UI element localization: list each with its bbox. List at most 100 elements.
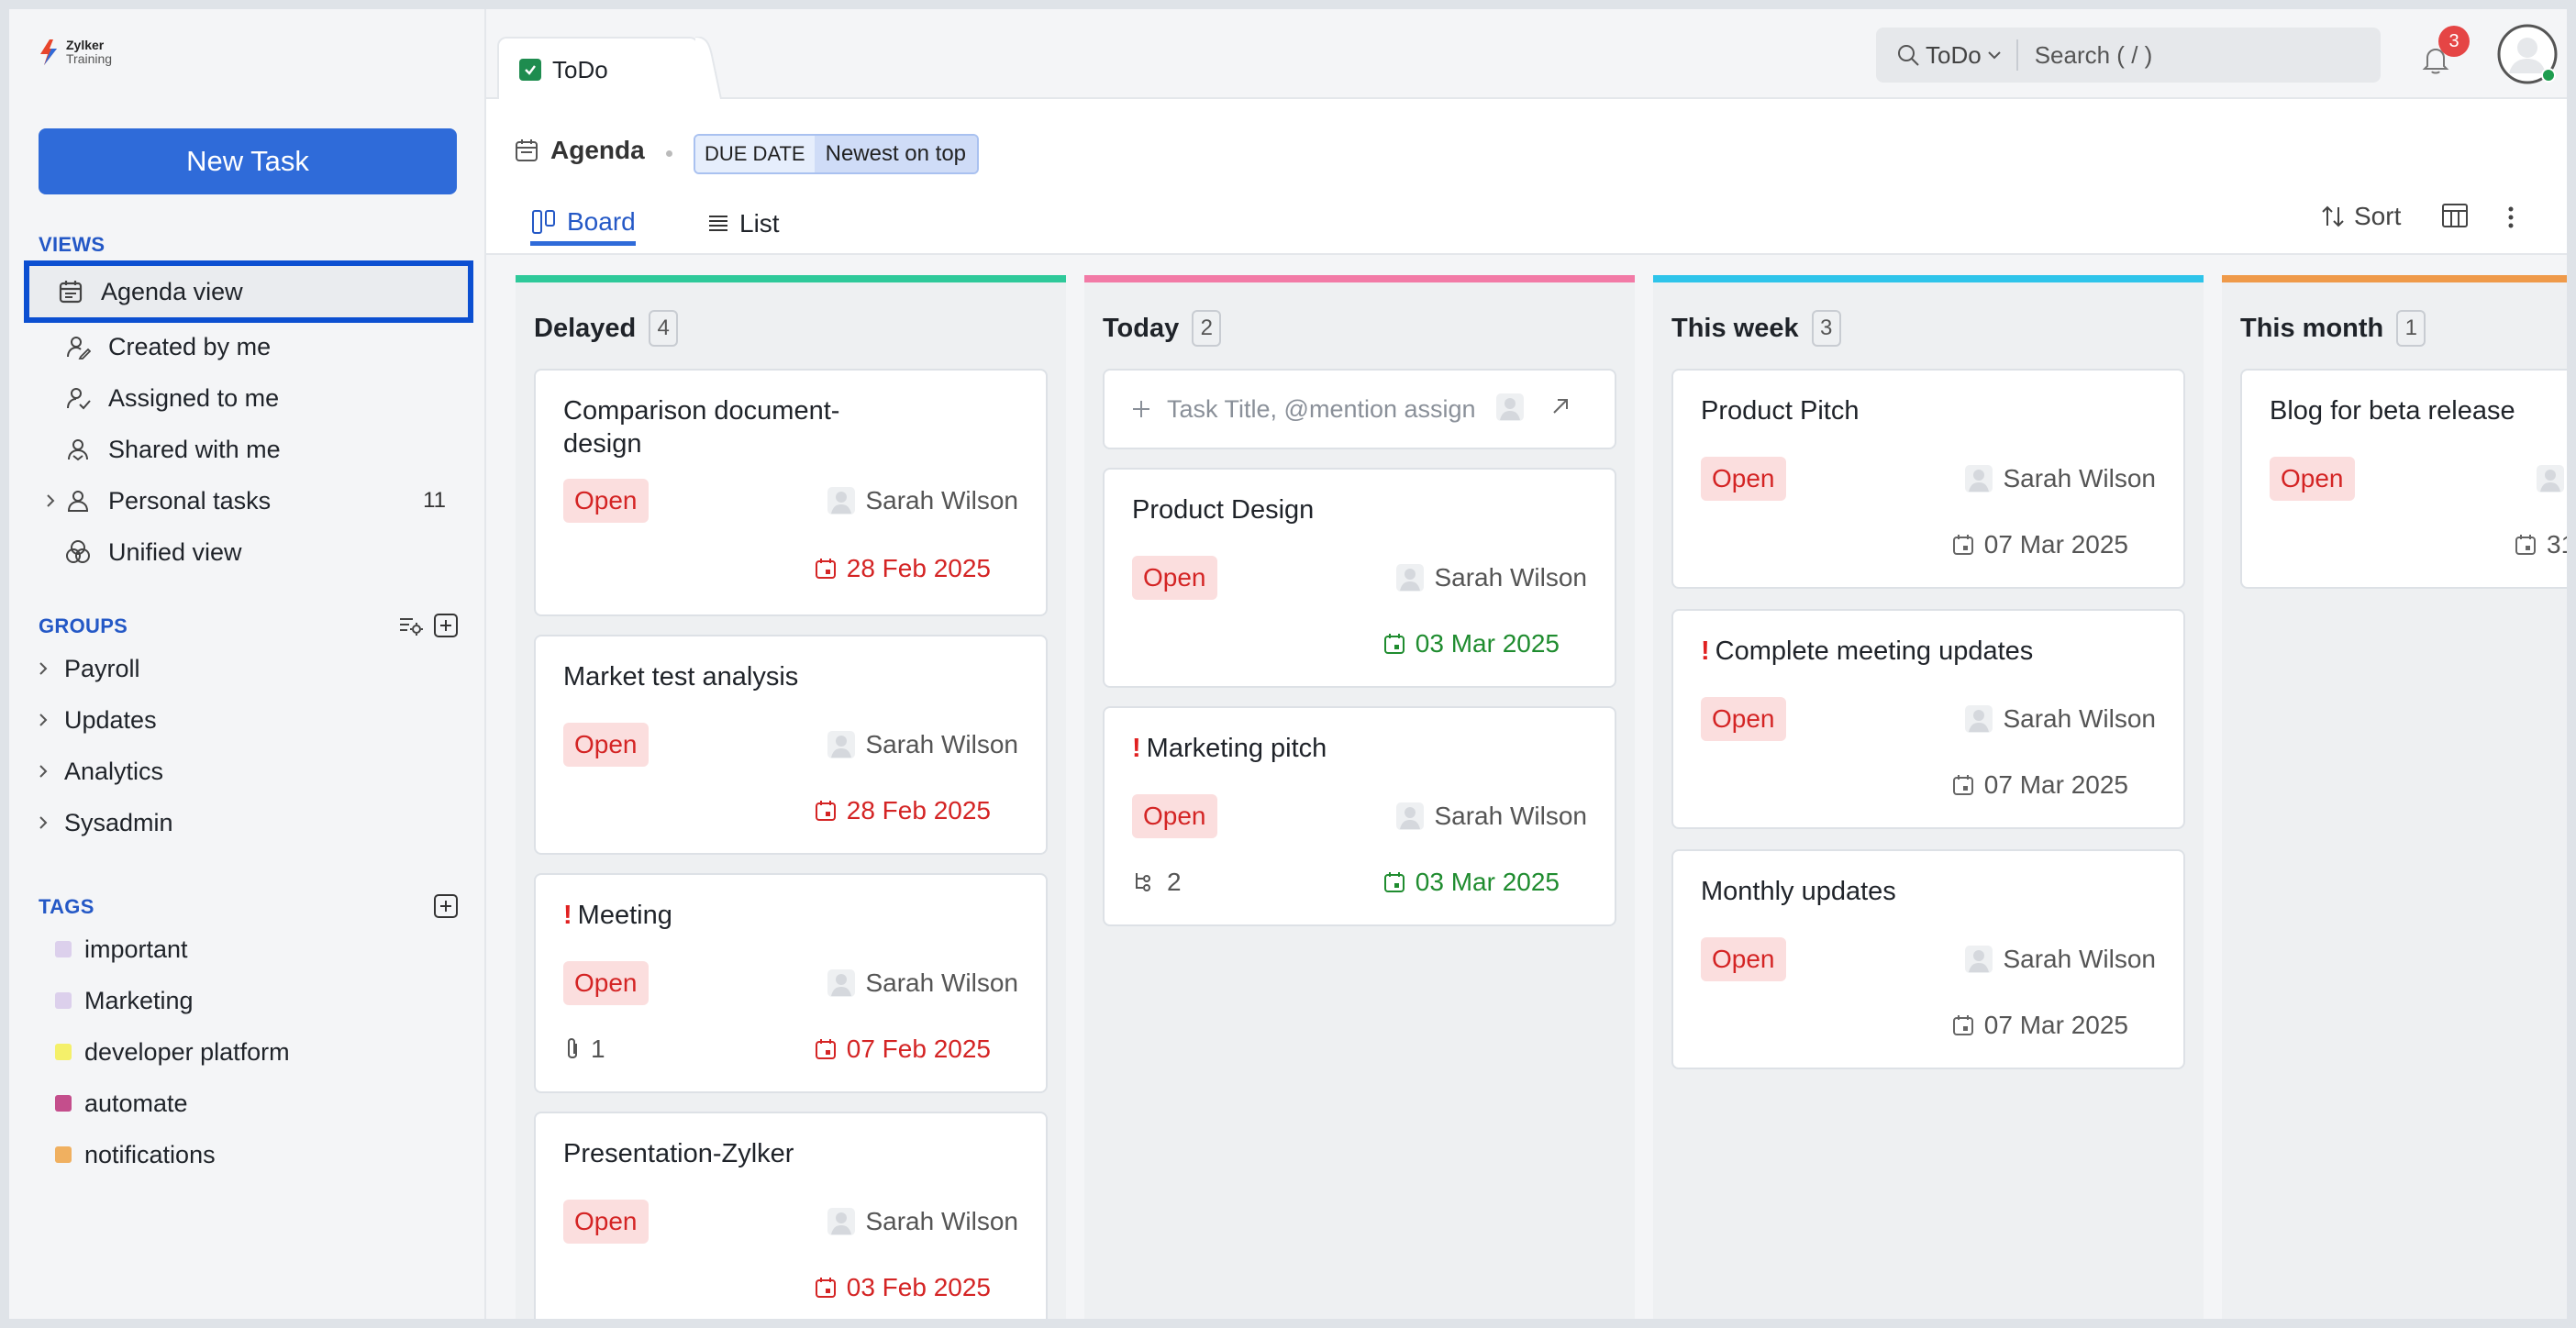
task-card[interactable]: Presentation-Zylker Open Sarah Wilson 03… [534,1112,1048,1319]
attachments-count[interactable]: 1 [563,1035,605,1064]
task-title[interactable]: Blog for beta release [2270,394,2567,427]
tag-label: important [84,935,188,963]
assignee[interactable] [2536,464,2565,493]
sidebar-item-unified-view[interactable]: Unified view [46,528,468,576]
status-badge[interactable]: Open [1701,937,1786,981]
assignee-picker-icon[interactable] [1495,393,1525,422]
task-card[interactable]: Monthly updates Open Sarah Wilson 07 Mar… [1671,849,2185,1069]
task-title[interactable]: Product Design [1132,493,1462,526]
assignee-name: Sarah Wilson [865,486,1018,515]
status-badge[interactable]: Open [563,1200,649,1244]
chevron-right-icon[interactable] [37,712,57,728]
due-date-filter-chip[interactable]: DUE DATE Newest on top [694,134,980,174]
group-item-updates[interactable]: Updates [37,699,157,741]
add-tag-icon[interactable] [433,893,459,919]
task-card[interactable]: Product Design Open Sarah Wilson 03 Mar … [1103,468,1616,688]
task-title[interactable]: Monthly updates [1701,875,2031,908]
column-title: Delayed [534,313,637,343]
tag-item-notifications[interactable]: notifications [55,1134,216,1176]
tag-item-marketing[interactable]: Marketing [55,979,194,1022]
tag-item-automate[interactable]: automate [55,1082,188,1124]
status-badge[interactable]: Open [563,723,649,767]
status-badge[interactable]: Open [1132,794,1217,838]
tab-todo[interactable]: ToDo [497,37,699,101]
calendar-due-icon [815,801,836,821]
tag-item-developer-platform[interactable]: developer platform [55,1031,290,1073]
sidebar-item-assigned-to-me[interactable]: Assigned to me [46,374,468,422]
chevron-right-icon[interactable] [44,492,57,509]
user-icon [62,485,94,516]
status-badge[interactable]: Open [563,479,649,523]
task-card[interactable]: Market test analysis Open Sarah Wilson 2… [534,635,1048,855]
status-badge[interactable]: Open [563,961,649,1005]
assignee[interactable]: Sarah Wilson [1395,802,1587,831]
search-input[interactable]: Search ( / ) [2035,41,2153,70]
task-card[interactable]: Blog for beta release Open 31 [2240,369,2567,589]
add-group-icon[interactable] [433,613,459,638]
due-date[interactable]: 03 Mar 2025 [1382,868,1560,897]
sidebar-item-created-by-me[interactable]: Created by me [46,323,468,371]
due-date[interactable]: 07 Mar 2025 [1951,770,2128,800]
task-title[interactable]: ! Complete meeting updates [1701,635,2123,668]
chevron-right-icon[interactable] [37,763,57,780]
chevron-right-icon[interactable] [37,660,57,677]
group-item-sysadmin[interactable]: Sysadmin [37,802,173,844]
task-card[interactable]: ! Meeting Open Sarah Wilson 1 07 Feb 2025 [534,873,1048,1093]
status-badge[interactable]: Open [1132,556,1217,600]
assignee[interactable]: Sarah Wilson [827,968,1018,998]
assignee[interactable]: Sarah Wilson [1395,563,1587,592]
sidebar-item-personal-tasks[interactable]: Personal tasks 11 [46,477,468,525]
more-options-icon[interactable] [2504,204,2517,231]
task-card[interactable]: Comparison document-design Open Sarah Wi… [534,369,1048,616]
due-date[interactable]: 03 Mar 2025 [1382,629,1560,658]
task-title[interactable]: Comparison document-design [563,394,894,460]
chevron-right-icon[interactable] [37,814,57,831]
status-badge[interactable]: Open [2270,457,2355,501]
app-logo[interactable]: Zylker Training [37,39,112,66]
due-date[interactable]: 07 Feb 2025 [814,1035,991,1064]
notification-badge[interactable]: 3 [2438,26,2470,57]
group-settings-icon[interactable] [398,613,424,638]
avatar-placeholder-icon [2537,465,2564,492]
task-card[interactable]: ! Complete meeting updates Open Sarah Wil… [1671,609,2185,829]
assignee[interactable]: Sarah Wilson [1964,945,2156,974]
assignee[interactable]: Sarah Wilson [827,486,1018,515]
sidebar-item-shared-with-me[interactable]: Shared with me [46,426,468,473]
status-badge[interactable]: Open [1701,697,1786,741]
group-item-payroll[interactable]: Payroll [37,647,140,690]
search-scope-dropdown[interactable]: ToDo [1896,39,2018,71]
task-card[interactable]: ! Marketing pitch Open Sarah Wilson 2 03 … [1103,706,1616,926]
task-title[interactable]: ! Marketing pitch [1132,732,1462,765]
sort-button[interactable]: Sort [2319,202,2401,231]
task-title[interactable]: ! Meeting [563,899,894,932]
tag-item-important[interactable]: important [55,928,188,970]
due-date[interactable]: 28 Feb 2025 [814,796,991,825]
column-settings-icon[interactable] [2440,202,2470,231]
due-date[interactable]: 31 [2514,530,2567,559]
tab-list[interactable]: List [706,202,780,246]
task-title[interactable]: Product Pitch [1701,394,2031,427]
due-date[interactable]: 28 Feb 2025 [814,554,991,583]
group-label: Payroll [64,654,140,682]
quick-add-task-input[interactable]: Task Title, @mention assign [1103,369,1616,449]
search-bar[interactable]: ToDo Search ( / ) [1876,28,2381,83]
user-avatar[interactable] [2497,24,2558,84]
assignee[interactable]: Sarah Wilson [827,730,1018,759]
expand-arrow-icon[interactable] [1549,394,1572,418]
assignee[interactable]: Sarah Wilson [827,1207,1018,1236]
sidebar-item-agenda-view[interactable]: Agenda view [24,260,473,323]
assignee[interactable]: Sarah Wilson [1964,464,2156,493]
group-label: Sysadmin [64,808,173,836]
due-date[interactable]: 03 Feb 2025 [814,1273,991,1302]
task-title[interactable]: Market test analysis [563,660,894,693]
task-title[interactable]: Presentation-Zylker [563,1137,894,1170]
assignee[interactable]: Sarah Wilson [1964,704,2156,734]
group-item-analytics[interactable]: Analytics [37,750,163,792]
tab-board[interactable]: Board [530,202,636,246]
due-date[interactable]: 07 Mar 2025 [1951,1011,2128,1040]
due-date[interactable]: 07 Mar 2025 [1951,530,2128,559]
subtasks-count[interactable]: 2 [1132,868,1182,897]
task-card[interactable]: Product Pitch Open Sarah Wilson 07 Mar 2… [1671,369,2185,589]
new-task-button[interactable]: New Task [39,128,457,194]
status-badge[interactable]: Open [1701,457,1786,501]
